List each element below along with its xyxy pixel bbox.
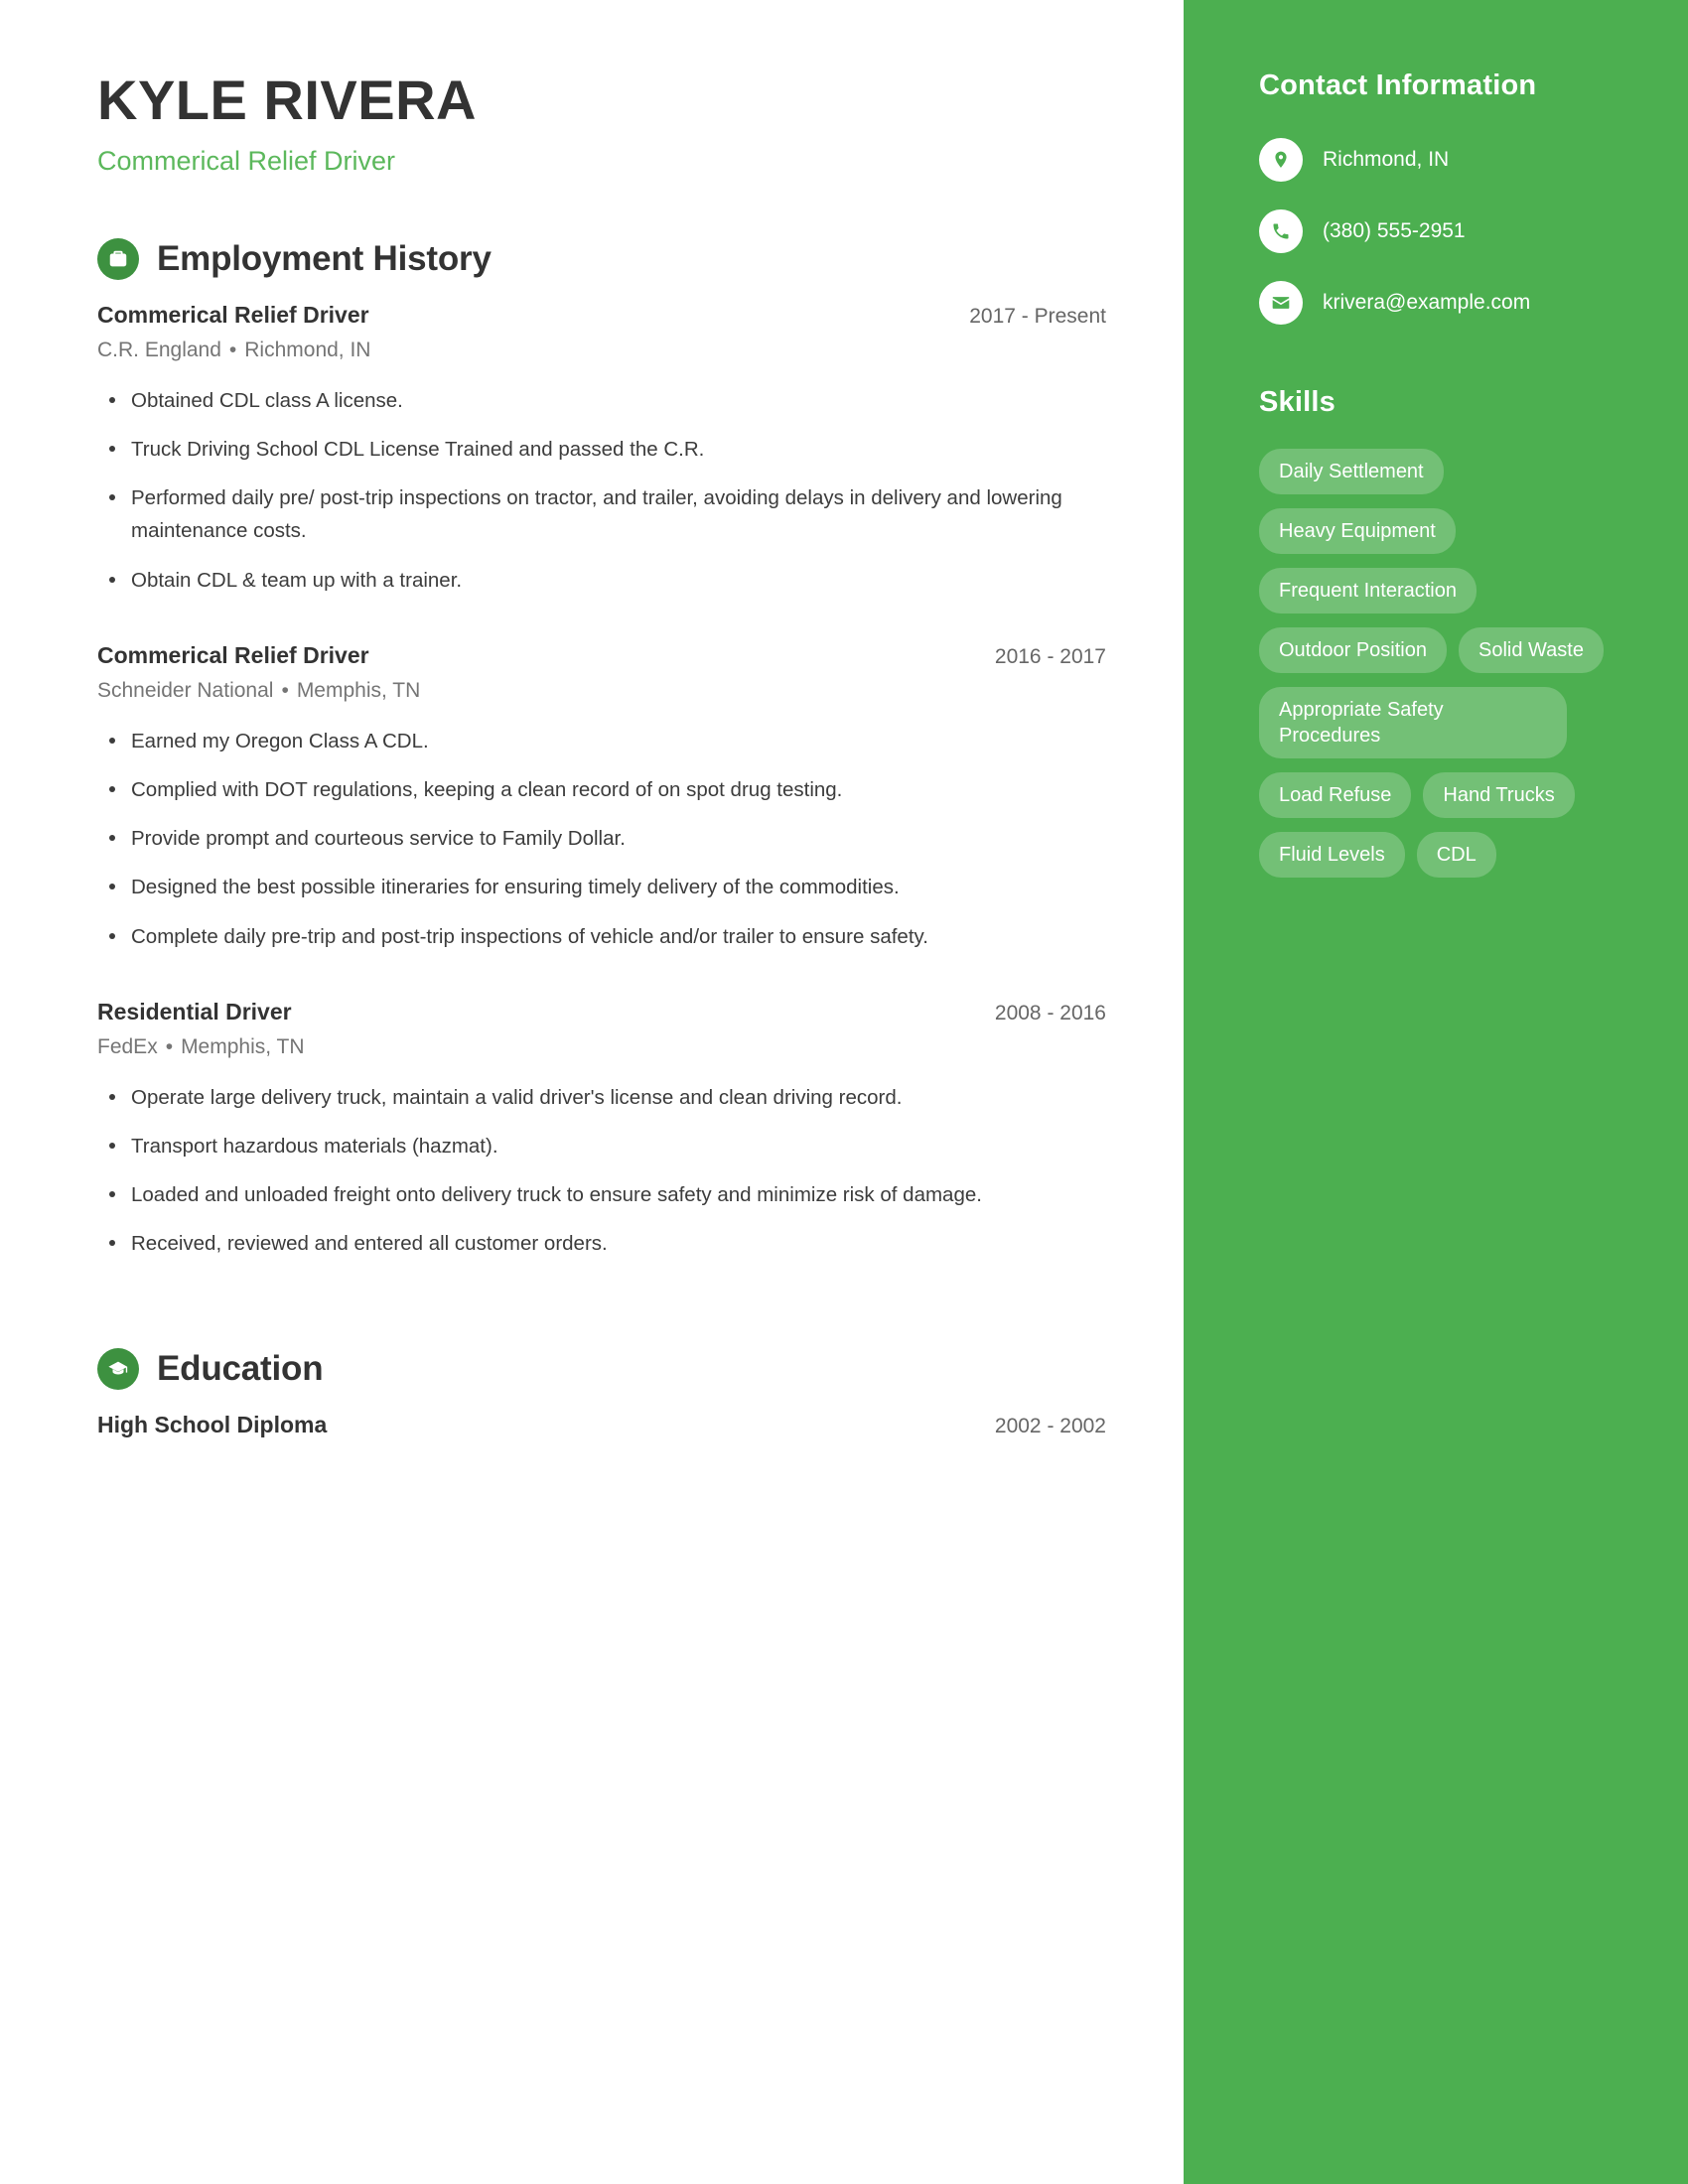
- employment-entry: Commerical Relief Driver 2017 - Present …: [97, 302, 1106, 597]
- list-item: Obtained CDL class A license.: [97, 384, 1100, 417]
- contact-email-value: krivera@example.com: [1323, 291, 1531, 314]
- entry-company-location: FedEx • Memphis, TN: [97, 1035, 1106, 1059]
- resume-sidebar: Contact Information Richmond, IN (380) 5…: [1184, 0, 1688, 2184]
- list-item: Complied with DOT regulations, keeping a…: [97, 773, 1100, 806]
- skill-pill: Appropriate Safety Procedures: [1259, 687, 1567, 758]
- entry-separator: •: [165, 1034, 174, 1058]
- skill-pill: Heavy Equipment: [1259, 508, 1456, 554]
- section-title-education: Education: [157, 1348, 324, 1388]
- education-entry: High School Diploma 2002 - 2002: [97, 1412, 1106, 1438]
- contact-item-phone: (380) 555-2951: [1259, 209, 1636, 253]
- list-item: Transport hazardous materials (hazmat).: [97, 1130, 1100, 1162]
- contact-item-location: Richmond, IN: [1259, 138, 1636, 182]
- skill-pill: Outdoor Position: [1259, 627, 1447, 673]
- entry-header-row: Residential Driver 2008 - 2016: [97, 999, 1106, 1025]
- entry-degree-title: High School Diploma: [97, 1411, 328, 1437]
- entry-date-range: 2016 - 2017: [994, 644, 1106, 668]
- employment-entry: Commerical Relief Driver 2016 - 2017 Sch…: [97, 642, 1106, 953]
- entry-job-title: Residential Driver: [97, 998, 292, 1024]
- list-item: Earned my Oregon Class A CDL.: [97, 725, 1100, 757]
- skills-list: Daily Settlement Heavy Equipment Frequen…: [1259, 449, 1636, 878]
- list-item: Obtain CDL & team up with a trainer.: [97, 564, 1100, 597]
- entry-job-title: Commerical Relief Driver: [97, 641, 369, 668]
- entry-header-row: High School Diploma 2002 - 2002: [97, 1412, 1106, 1438]
- section-title-employment: Employment History: [157, 238, 492, 278]
- list-item: Performed daily pre/ post-trip inspectio…: [97, 481, 1100, 547]
- entry-date-range: 2002 - 2002: [994, 1414, 1106, 1437]
- resume-main-column: KYLE RIVERA Commerical Relief Driver Emp…: [0, 0, 1184, 2184]
- skill-pill: Daily Settlement: [1259, 449, 1444, 494]
- employment-entry: Residential Driver 2008 - 2016 FedEx • Mem…: [97, 999, 1106, 1261]
- location-pin-icon: [1259, 138, 1303, 182]
- contact-item-email: krivera@example.com: [1259, 281, 1636, 325]
- entry-company-location: Schneider National • Memphis, TN: [97, 679, 1106, 703]
- contact-phone-value: (380) 555-2951: [1323, 219, 1466, 242]
- entry-location: Richmond, IN: [244, 338, 371, 361]
- entry-separator: •: [281, 678, 289, 702]
- list-item: Loaded and unloaded freight onto deliver…: [97, 1178, 1100, 1211]
- skill-pill: CDL: [1416, 832, 1496, 878]
- entry-separator: •: [228, 338, 237, 361]
- list-item: Provide prompt and courteous service to …: [97, 822, 1100, 855]
- entry-date-range: 2008 - 2016: [994, 1001, 1106, 1024]
- list-item: Truck Driving School CDL License Trained…: [97, 433, 1100, 466]
- skill-pill: Hand Trucks: [1423, 772, 1575, 818]
- entry-company-location: C.R. England • Richmond, IN: [97, 339, 1106, 362]
- entry-header-row: Commerical Relief Driver 2017 - Present: [97, 302, 1106, 329]
- entry-company: FedEx: [97, 1034, 158, 1058]
- entry-company: Schneider National: [97, 678, 274, 702]
- list-item: Operate large delivery truck, maintain a…: [97, 1081, 1100, 1114]
- entry-job-title: Commerical Relief Driver: [97, 301, 369, 328]
- briefcase-icon: [97, 237, 139, 280]
- skill-pill: Fluid Levels: [1259, 832, 1405, 878]
- page-title: KYLE RIVERA: [97, 68, 477, 131]
- list-item: Designed the best possible itineraries f…: [97, 871, 1100, 903]
- entry-company: C.R. England: [97, 338, 221, 361]
- contact-information-list: Richmond, IN (380) 555-2951 krivera@exam…: [1259, 138, 1636, 325]
- employment-list: Commerical Relief Driver 2017 - Present …: [97, 302, 1106, 1261]
- graduation-cap-icon: [97, 1347, 139, 1390]
- entry-header-row: Commerical Relief Driver 2016 - 2017: [97, 642, 1106, 669]
- entry-location: Memphis, TN: [181, 1034, 305, 1058]
- skill-pill: Frequent Interaction: [1259, 568, 1477, 614]
- sidebar-heading-contact: Contact Information: [1259, 69, 1537, 101]
- contact-location-value: Richmond, IN: [1323, 148, 1450, 171]
- entry-bullet-list: Operate large delivery truck, maintain a…: [97, 1081, 1106, 1261]
- skill-pill: Load Refuse: [1259, 772, 1412, 818]
- list-item: Complete daily pre-trip and post-trip in…: [97, 920, 1100, 953]
- list-item: Received, reviewed and entered all custo…: [97, 1227, 1100, 1260]
- entry-location: Memphis, TN: [296, 678, 421, 702]
- phone-icon: [1259, 209, 1303, 253]
- envelope-icon: [1259, 281, 1303, 325]
- section-header-employment: Employment History: [97, 237, 1106, 280]
- section-header-education: Education: [97, 1347, 1106, 1390]
- entry-bullet-list: Obtained CDL class A license. Truck Driv…: [97, 384, 1106, 597]
- skill-pill: Solid Waste: [1458, 627, 1604, 673]
- headline-job-title: Commerical Relief Driver: [97, 145, 396, 176]
- entry-date-range: 2017 - Present: [969, 304, 1106, 328]
- sidebar-heading-skills: Skills: [1259, 386, 1336, 418]
- entry-bullet-list: Earned my Oregon Class A CDL. Complied w…: [97, 725, 1106, 953]
